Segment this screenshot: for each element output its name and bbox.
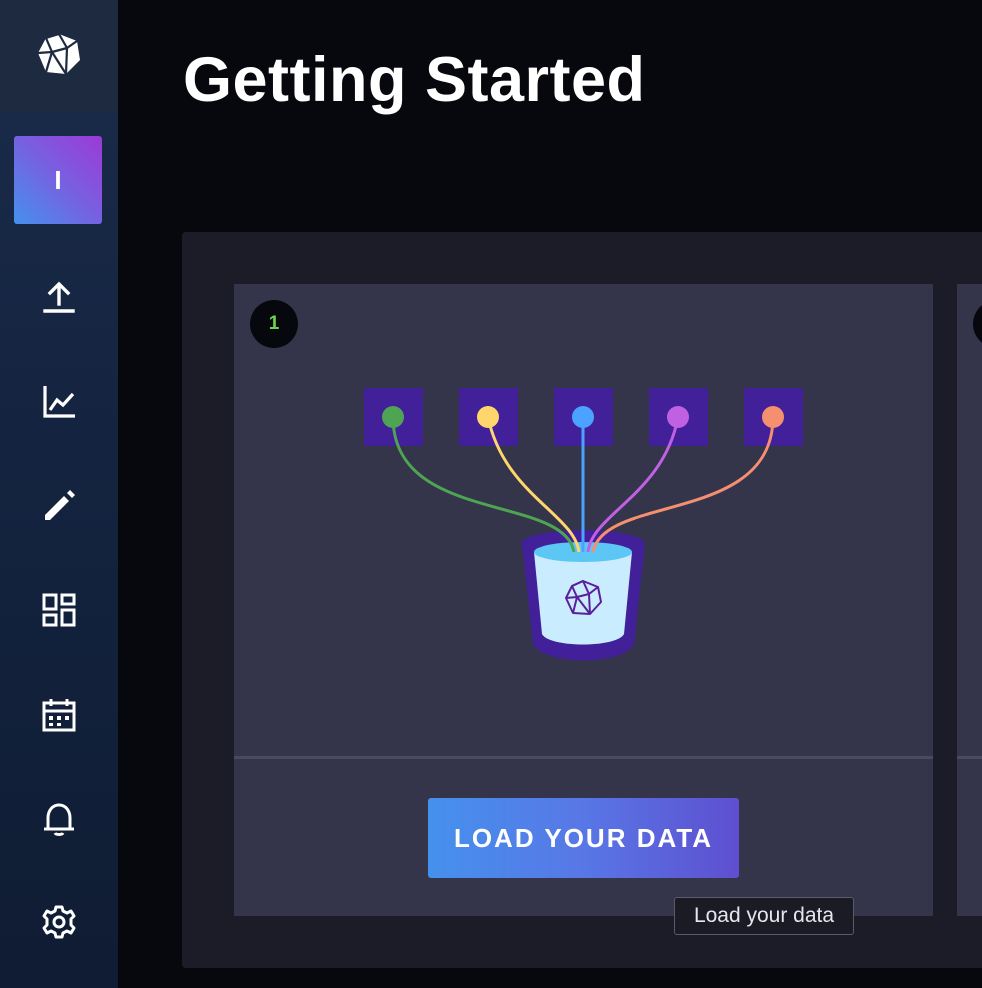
card-divider-next [957,756,982,759]
sidebar-item-settings[interactable] [0,889,118,959]
sidebar-item-data-explorer[interactable] [0,369,118,439]
bell-icon [40,800,78,843]
sidebar-item-notebooks[interactable] [0,473,118,543]
org-avatar-button[interactable]: I [14,136,102,224]
load-your-data-button[interactable]: LOAD YOUR DATA [428,798,739,878]
dashboard-grid-icon [40,591,78,634]
step-number-badge-next [973,300,982,348]
sidebar-item-load-data[interactable] [0,265,118,335]
influx-cuboid-logo-icon [36,31,82,82]
logo-link[interactable] [0,0,118,112]
data-sources-into-bucket-illustration [364,388,803,661]
sidebar-item-dashboards[interactable] [0,577,118,647]
sidebar-nav: I [0,0,118,988]
sidebar-item-tasks[interactable] [0,682,118,752]
pencil-icon [40,487,78,530]
calendar-icon [40,696,78,739]
page-title: Getting Started [183,45,646,115]
step-card-load-data: 1 LOAD YOUR DATA [234,284,933,916]
upload-icon [40,279,78,322]
org-initial: I [54,164,62,195]
gear-icon [40,903,78,946]
line-chart-icon [40,383,78,426]
sidebar-item-alerts[interactable] [0,786,118,856]
card-divider [234,756,933,759]
load-data-tooltip: Load your data [674,897,854,935]
step-card-next [957,284,982,916]
